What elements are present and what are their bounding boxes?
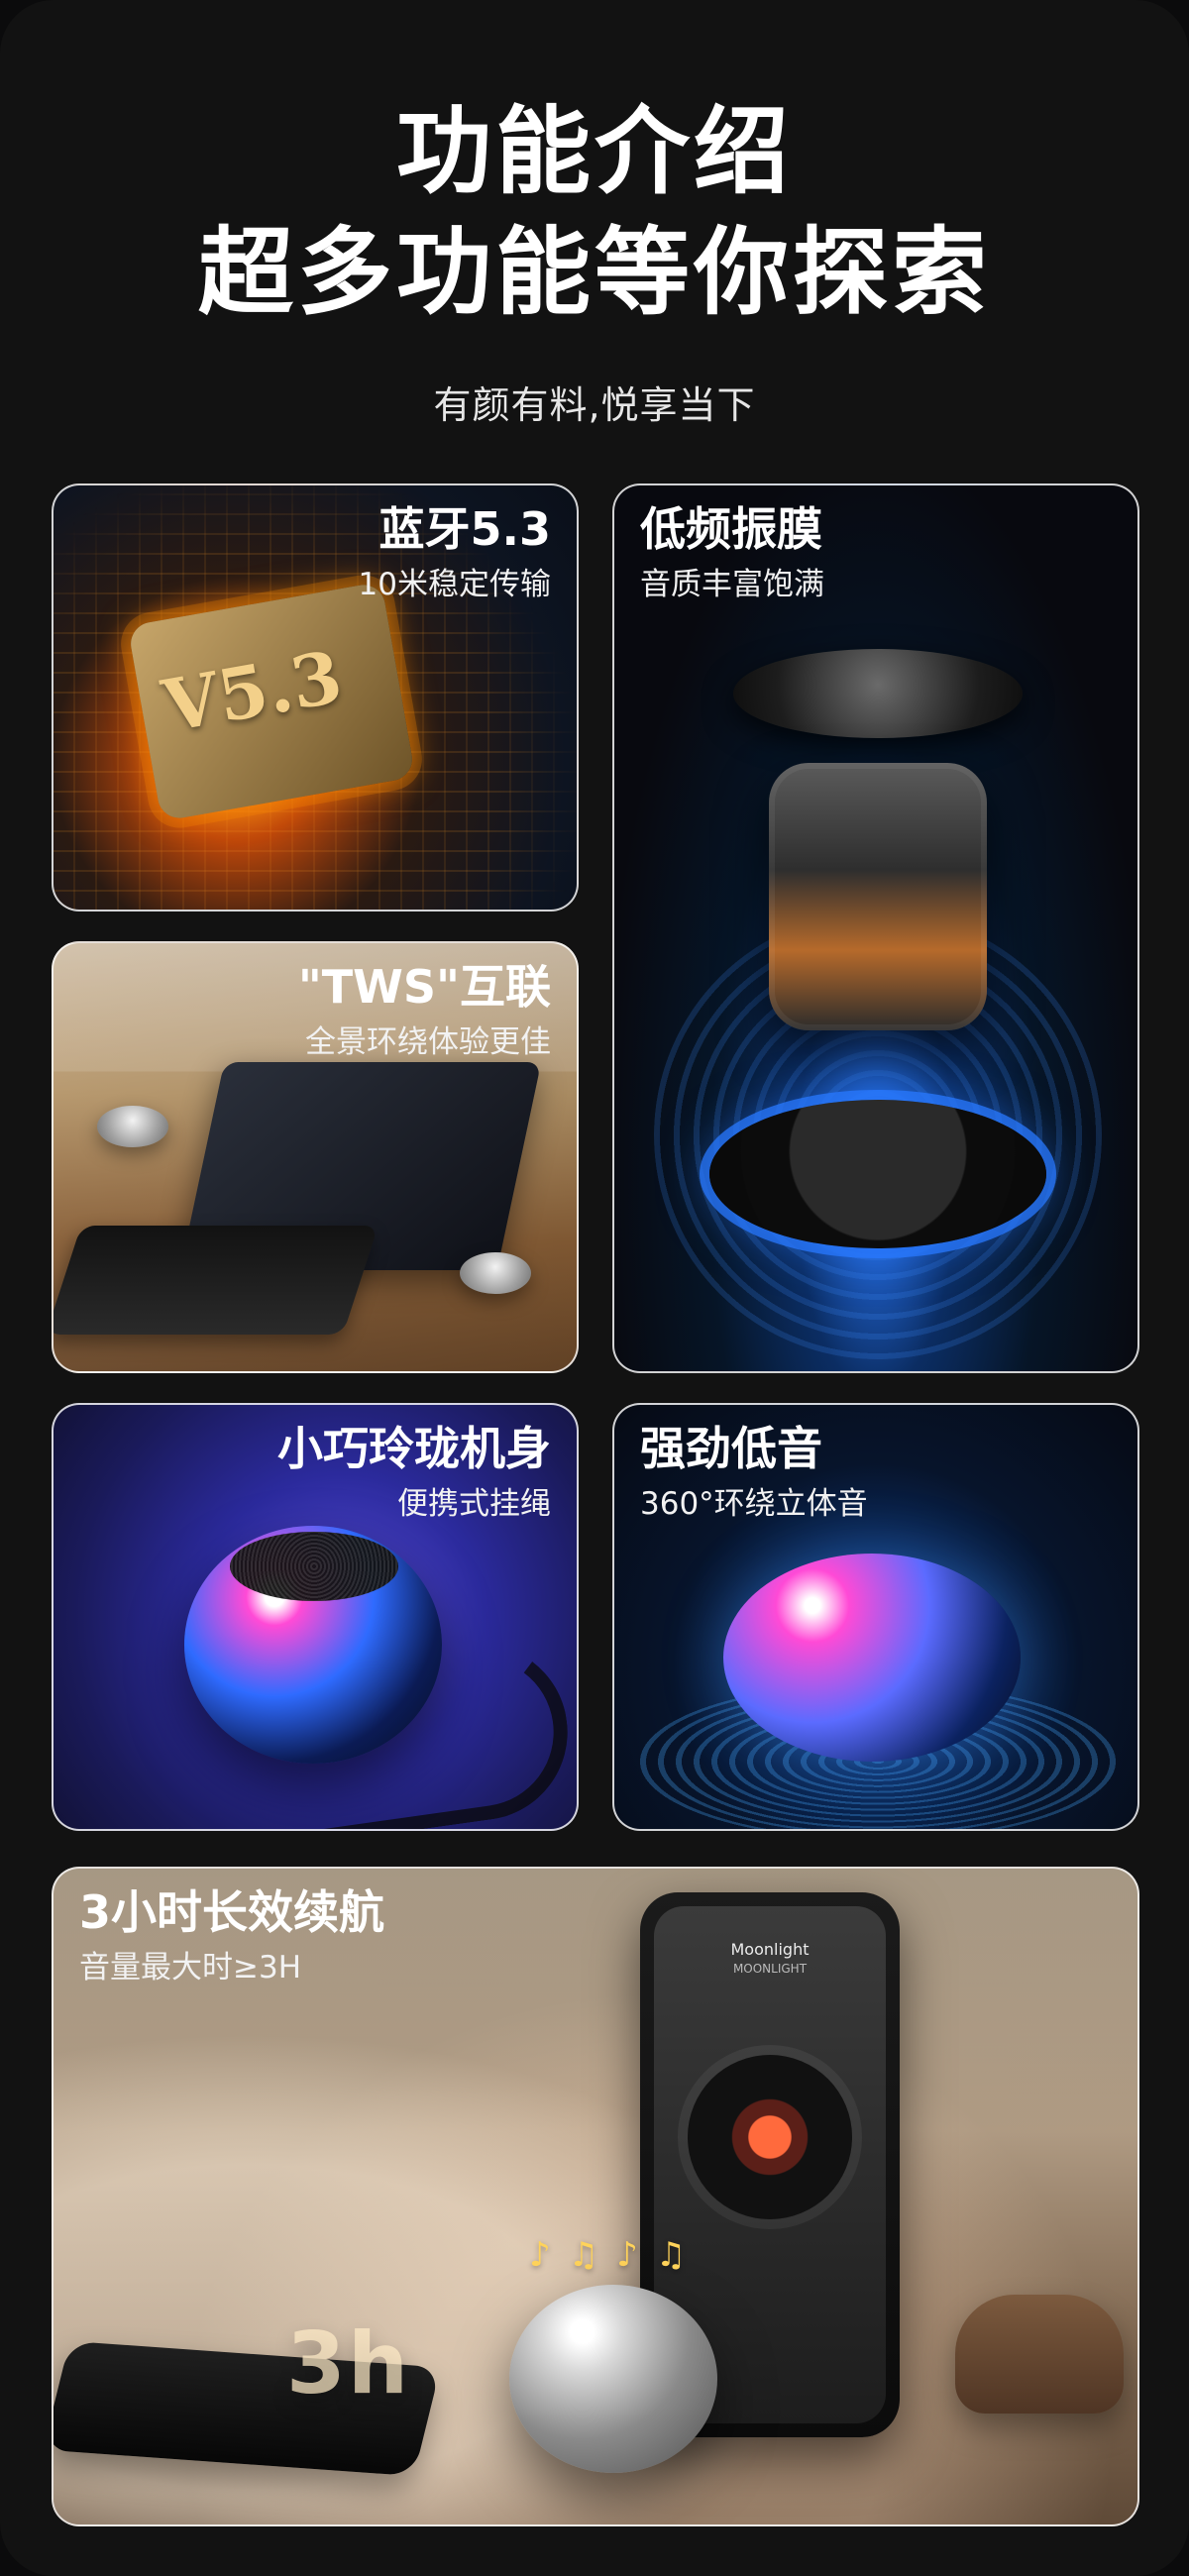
driver-top-graphic [733, 649, 1023, 738]
feature-desc-tws: 全景环绕体验更佳 [305, 1024, 551, 1060]
page-title-line-2: 超多功能等你探索 [198, 217, 991, 328]
feature-card-driver: 低频振膜 音质丰富饱满 [612, 483, 1139, 1373]
feature-desc-bluetooth: 10米稳定传输 [358, 567, 551, 602]
feature-title-tws: "TWS"互联 [297, 960, 551, 1014]
keyboard-graphic [54, 1226, 378, 1335]
feature-title-compact: 小巧玲珑机身 [277, 1422, 551, 1475]
phone-album-title: MOONLIGHT [732, 1962, 808, 1976]
page-title: 功能介绍 超多功能等你探索 [0, 91, 1189, 333]
feature-title-driver: 低频振膜 [640, 502, 822, 556]
driver-core-graphic [769, 763, 987, 1030]
feature-card-bass: 强劲低音 360°环绕立体音 [612, 1403, 1139, 1831]
speaker-metal-graphic [509, 2285, 717, 2473]
feature-desc-battery: 音量最大时≥3H [79, 1950, 302, 1986]
page-subtitle: 有颜有料,悦享当下 [433, 383, 756, 427]
feature-desc-compact: 便携式挂绳 [397, 1486, 551, 1522]
speaker-glow-graphic [723, 1554, 1021, 1762]
driver-base-graphic [709, 1100, 1046, 1248]
feature-title-bluetooth: 蓝牙5.3 [378, 502, 552, 556]
feature-desc-driver: 音质丰富饱满 [640, 567, 824, 602]
feature-intro-page: 功能介绍 超多功能等你探索 有颜有料,悦享当下 V5.3 蓝牙5.3 10米稳定… [0, 0, 1189, 2576]
page-title-line-1: 功能介绍 [396, 96, 793, 207]
battery-badge: 3h [286, 2314, 411, 2414]
feature-card-tws: "TWS"互联 全景环绕体验更佳 [52, 941, 579, 1373]
feature-title-battery: 3小时长效续航 [79, 1885, 385, 1939]
mini-speaker-right [460, 1252, 531, 1294]
mini-speaker-left [97, 1106, 168, 1147]
vinyl-record-graphic [688, 2055, 852, 2219]
feature-card-bluetooth: V5.3 蓝牙5.3 10米稳定传输 [52, 483, 579, 912]
feature-card-compact: 小巧玲珑机身 便携式挂绳 [52, 1403, 579, 1831]
feature-title-bass: 强劲低音 [640, 1422, 822, 1475]
feature-card-battery: Moonlight MOONLIGHT ♪♫♪♫ 3h 3小时长效续航 音量最大… [52, 1867, 1139, 2526]
speaker-grill-graphic [230, 1532, 398, 1601]
feature-desc-bass: 360°环绕立体音 [640, 1486, 868, 1522]
phone-song-title: Moonlight [730, 1940, 810, 1959]
pedestal-graphic [955, 2295, 1124, 2414]
